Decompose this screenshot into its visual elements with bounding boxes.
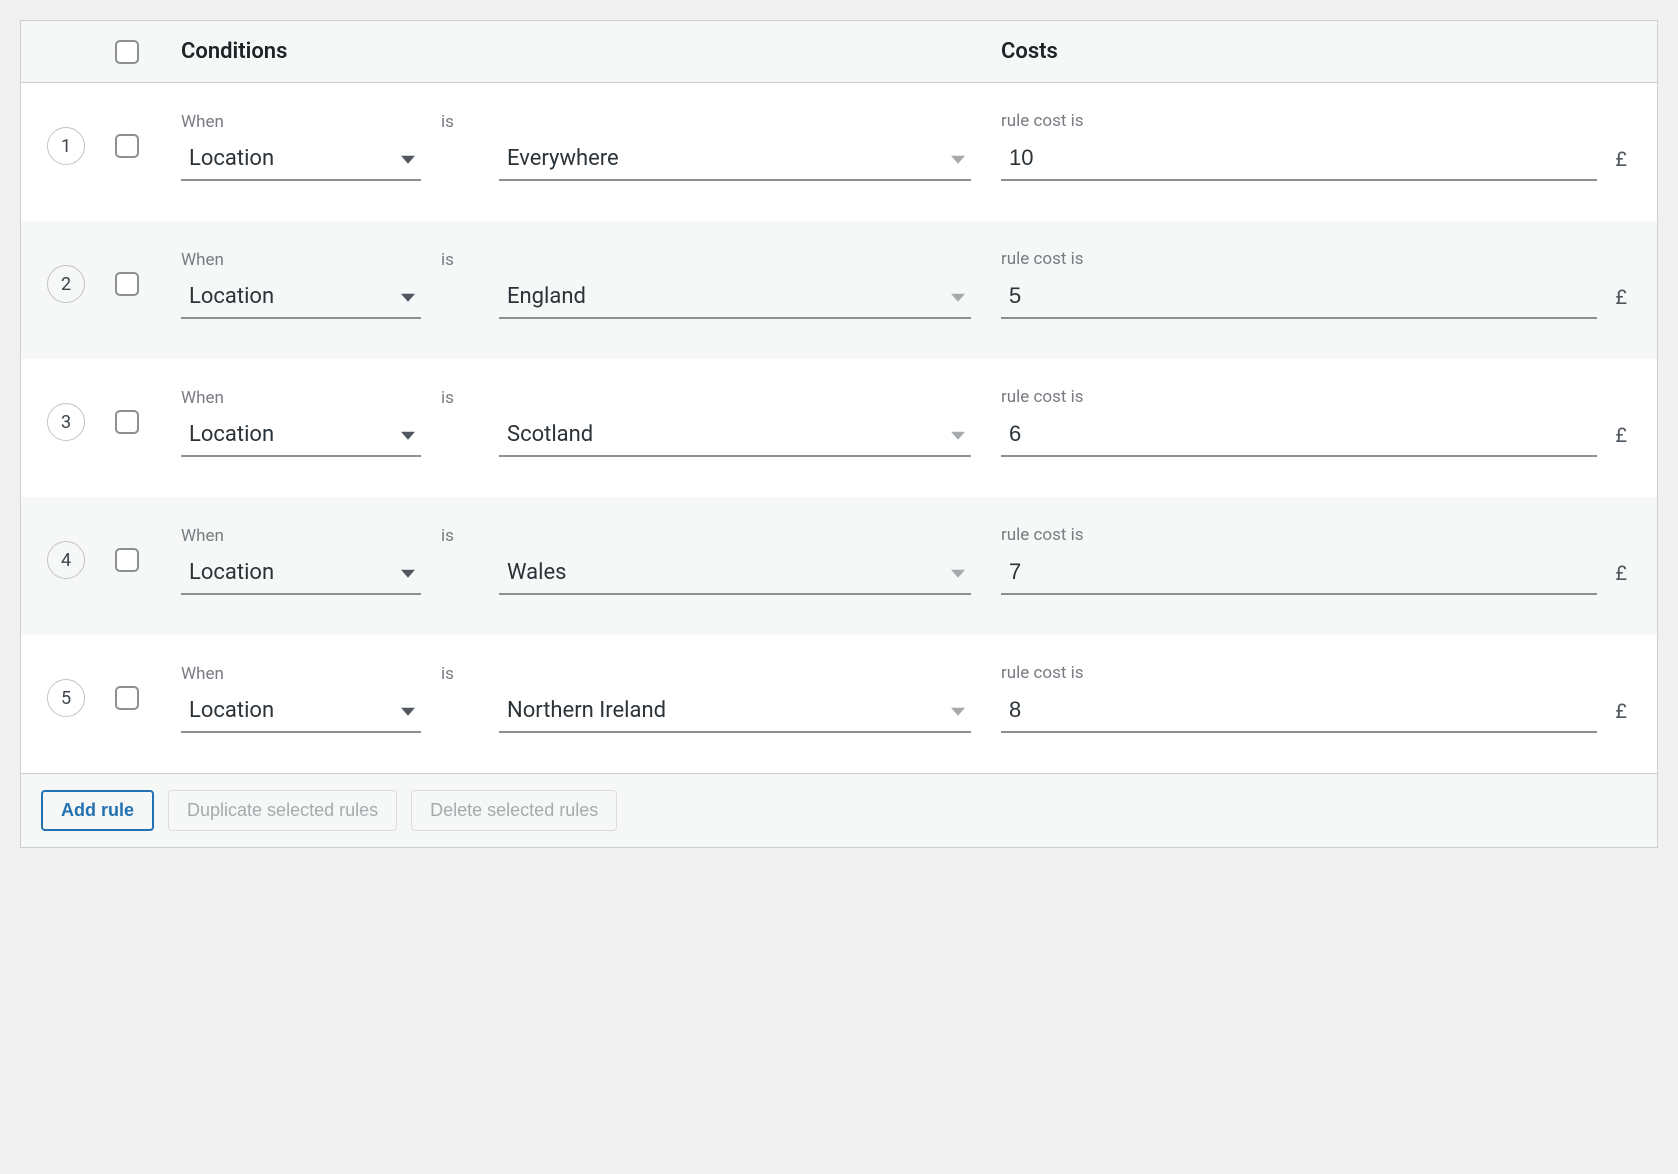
rule-select-checkbox[interactable] xyxy=(115,272,139,296)
table-row: 4 When Location is Wales rule cost xyxy=(21,497,1657,635)
cost-label: rule cost is xyxy=(1001,525,1597,545)
value-select[interactable]: Everywhere xyxy=(499,140,971,181)
when-label: When xyxy=(181,388,421,408)
add-rule-button[interactable]: Add rule xyxy=(41,790,154,831)
is-label: is xyxy=(441,250,479,270)
chevron-down-icon xyxy=(951,570,965,578)
rule-index: 1 xyxy=(47,127,85,165)
rule-index: 5 xyxy=(47,679,85,717)
chevron-down-icon xyxy=(951,708,965,716)
delete-rules-button[interactable]: Delete selected rules xyxy=(411,790,617,831)
chevron-down-icon xyxy=(401,432,415,440)
cost-input[interactable] xyxy=(1009,283,1589,309)
duplicate-rules-button[interactable]: Duplicate selected rules xyxy=(168,790,397,831)
cost-label: rule cost is xyxy=(1001,111,1597,131)
costs-header: Costs xyxy=(1001,39,1657,64)
is-label: is xyxy=(441,664,479,684)
rule-select-checkbox[interactable] xyxy=(115,410,139,434)
value-select[interactable]: Wales xyxy=(499,554,971,595)
table-row: 1 When Location is Everywhere rule xyxy=(21,83,1657,221)
value-select[interactable]: Scotland xyxy=(499,416,971,457)
table-row: 2 When Location is England rule cos xyxy=(21,221,1657,359)
when-select[interactable]: Location xyxy=(181,416,421,457)
is-label: is xyxy=(441,388,479,408)
when-select-value: Location xyxy=(189,560,274,585)
currency-symbol: £ xyxy=(1615,423,1627,457)
footer-toolbar: Add rule Duplicate selected rules Delete… xyxy=(21,773,1657,847)
rule-index: 4 xyxy=(47,541,85,579)
cost-input[interactable] xyxy=(1009,145,1589,171)
chevron-down-icon xyxy=(401,708,415,716)
currency-symbol: £ xyxy=(1615,147,1627,181)
currency-symbol: £ xyxy=(1615,561,1627,595)
rules-panel: Conditions Costs 1 When Location is Ever… xyxy=(20,20,1658,848)
when-select-value: Location xyxy=(189,146,274,171)
when-select[interactable]: Location xyxy=(181,692,421,733)
when-select[interactable]: Location xyxy=(181,278,421,319)
when-label: When xyxy=(181,526,421,546)
cost-label: rule cost is xyxy=(1001,249,1597,269)
rule-select-checkbox[interactable] xyxy=(115,134,139,158)
when-select[interactable]: Location xyxy=(181,554,421,595)
value-select-value: Everywhere xyxy=(507,146,619,171)
when-select-value: Location xyxy=(189,284,274,309)
chevron-down-icon xyxy=(401,156,415,164)
when-select[interactable]: Location xyxy=(181,140,421,181)
select-all-checkbox[interactable] xyxy=(115,40,139,64)
chevron-down-icon xyxy=(401,570,415,578)
value-select-value: England xyxy=(507,284,586,309)
value-select[interactable]: Northern Ireland xyxy=(499,692,971,733)
table-header: Conditions Costs xyxy=(21,21,1657,83)
rule-index: 2 xyxy=(47,265,85,303)
value-select-value: Scotland xyxy=(507,422,593,447)
when-label: When xyxy=(181,664,421,684)
chevron-down-icon xyxy=(951,156,965,164)
chevron-down-icon xyxy=(951,294,965,302)
when-label: When xyxy=(181,112,421,132)
table-row: 5 When Location is Northern Ireland xyxy=(21,635,1657,773)
chevron-down-icon xyxy=(401,294,415,302)
value-select[interactable]: England xyxy=(499,278,971,319)
conditions-header: Conditions xyxy=(181,39,1001,64)
cost-label: rule cost is xyxy=(1001,663,1597,683)
cost-input[interactable] xyxy=(1009,559,1589,585)
when-select-value: Location xyxy=(189,422,274,447)
when-label: When xyxy=(181,250,421,270)
rule-select-checkbox[interactable] xyxy=(115,548,139,572)
is-label: is xyxy=(441,526,479,546)
rule-select-checkbox[interactable] xyxy=(115,686,139,710)
cost-input[interactable] xyxy=(1009,697,1589,723)
value-select-value: Northern Ireland xyxy=(507,698,666,723)
table-row: 3 When Location is Scotland rule co xyxy=(21,359,1657,497)
cost-label: rule cost is xyxy=(1001,387,1597,407)
when-select-value: Location xyxy=(189,698,274,723)
is-label: is xyxy=(441,112,479,132)
currency-symbol: £ xyxy=(1615,699,1627,733)
currency-symbol: £ xyxy=(1615,285,1627,319)
chevron-down-icon xyxy=(951,432,965,440)
value-select-value: Wales xyxy=(507,560,567,585)
cost-input[interactable] xyxy=(1009,421,1589,447)
rule-index: 3 xyxy=(47,403,85,441)
